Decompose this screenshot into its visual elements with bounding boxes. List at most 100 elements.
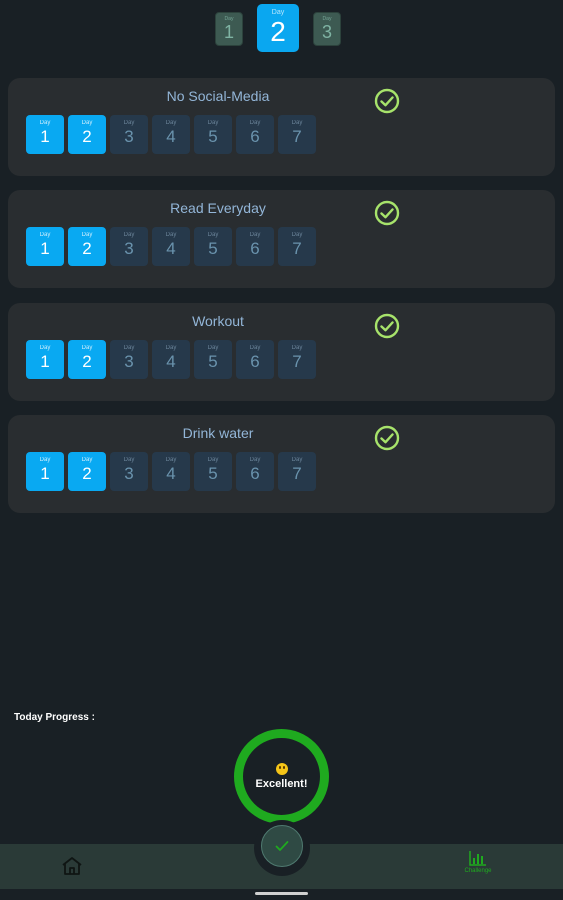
day-cell-1[interactable]: Day 1 <box>26 227 64 266</box>
day-cell-7[interactable]: Day 7 <box>278 227 316 266</box>
challenge-title: No Social-Media <box>166 88 270 104</box>
day-cell-7[interactable]: Day 7 <box>278 115 316 154</box>
day-cell-label: Day <box>165 457 177 463</box>
home-icon[interactable] <box>60 855 84 877</box>
day-cell-6[interactable]: Day 6 <box>236 115 274 154</box>
day-cell-number: 3 <box>124 127 134 146</box>
day-cell-label: Day <box>291 345 303 351</box>
day-cell-2[interactable]: Day 2 <box>68 227 106 266</box>
day-cell-1[interactable]: Day 1 <box>26 452 64 491</box>
day-cell-7[interactable]: Day 7 <box>278 452 316 491</box>
system-home-indicator[interactable] <box>255 892 308 895</box>
check-circle-icon[interactable] <box>374 313 400 339</box>
day-cell-label: Day <box>249 232 261 238</box>
day-cell-3[interactable]: Day 3 <box>110 452 148 491</box>
day-cell-5[interactable]: Day 5 <box>194 227 232 266</box>
day-cell-6[interactable]: Day 6 <box>236 452 274 491</box>
day-selector: Day 1 Day 2 Day 3 <box>0 4 563 54</box>
day-selector-day-1[interactable]: Day 1 <box>215 12 243 46</box>
day-cell-number: 2 <box>82 464 92 483</box>
day-cell-number: 4 <box>166 239 176 258</box>
today-progress-label: Today Progress : <box>14 712 95 723</box>
day-cell-number: 5 <box>208 464 218 483</box>
challenge-title: Read Everyday <box>170 200 266 216</box>
day-selector-day-2[interactable]: Day 2 <box>257 4 299 52</box>
check-circle-icon[interactable] <box>374 200 400 226</box>
check-circle-icon[interactable] <box>374 425 400 451</box>
bar-chart-icon <box>469 851 486 866</box>
challenge-title: Workout <box>192 313 244 329</box>
day-cell-6[interactable]: Day 6 <box>236 340 274 379</box>
day-cell-label: Day <box>207 457 219 463</box>
day-cell-number: 6 <box>250 352 260 371</box>
day-cell-label: Day <box>249 120 261 126</box>
day-cell-label: Day <box>81 120 93 126</box>
day-cell-5[interactable]: Day 5 <box>194 115 232 154</box>
day-cell-number: 6 <box>250 239 260 258</box>
day-cell-number: 6 <box>250 127 260 146</box>
day-cell-3[interactable]: Day 3 <box>110 115 148 154</box>
day-cell-label: Day <box>165 232 177 238</box>
day-label: Day <box>271 9 285 16</box>
challenge-card[interactable]: Read Everyday Day 1 Day 2 Day 3 Day 4 Day 5 Day 6 Da… <box>8 190 555 288</box>
check-icon <box>275 841 289 851</box>
challenge-card[interactable]: Workout Day 1 Day 2 Day 3 Day 4 Day 5 Day 6 Day 7 <box>8 303 555 401</box>
day-cell-number: 1 <box>40 239 50 258</box>
day-cell-label: Day <box>249 345 261 351</box>
day-cell-label: Day <box>39 345 51 351</box>
day-cell-2[interactable]: Day 2 <box>68 115 106 154</box>
challenge-card[interactable]: Drink water Day 1 Day 2 Day 3 Day 4 Day 5 Day 6 Day 7 <box>8 415 555 513</box>
day-cell-label: Day <box>291 457 303 463</box>
day-cell-label: Day <box>207 232 219 238</box>
challenge-card[interactable]: No Social-Media Day 1 Day 2 Day 3 Day 4 Day 5 Day 6… <box>8 78 555 176</box>
day-cell-label: Day <box>81 232 93 238</box>
day-number: 3 <box>321 22 332 42</box>
day-cell-label: Day <box>123 457 135 463</box>
day-cell-3[interactable]: Day 3 <box>110 340 148 379</box>
day-selector-day-3[interactable]: Day 3 <box>313 12 341 46</box>
day-cell-label: Day <box>291 232 303 238</box>
day-cell-number: 5 <box>208 239 218 258</box>
day-cell-2[interactable]: Day 2 <box>68 340 106 379</box>
day-cell-label: Day <box>81 457 93 463</box>
day-cell-number: 2 <box>82 127 92 146</box>
day-cell-label: Day <box>123 232 135 238</box>
day-cell-6[interactable]: Day 6 <box>236 227 274 266</box>
day-cell-label: Day <box>39 232 51 238</box>
day-cell-2[interactable]: Day 2 <box>68 452 106 491</box>
day-cell-label: Day <box>207 345 219 351</box>
progress-ring: Excellent! <box>234 729 329 824</box>
day-cell-number: 1 <box>40 352 50 371</box>
nav-challenge-tab[interactable]: Challenge <box>448 850 508 886</box>
day-cell-number: 3 <box>124 352 134 371</box>
day-label: Day <box>322 16 332 22</box>
day-cell-label: Day <box>165 120 177 126</box>
day-cell-1[interactable]: Day 1 <box>26 340 64 379</box>
day-cell-number: 7 <box>292 464 302 483</box>
day-cell-number: 3 <box>124 239 134 258</box>
day-cell-number: 7 <box>292 352 302 371</box>
day-label: Day <box>224 16 234 22</box>
day-cell-number: 5 <box>208 352 218 371</box>
day-cell-4[interactable]: Day 4 <box>152 115 190 154</box>
complete-today-button[interactable] <box>261 825 303 867</box>
day-cell-number: 2 <box>82 239 92 258</box>
day-cell-4[interactable]: Day 4 <box>152 452 190 491</box>
day-cell-number: 4 <box>166 464 176 483</box>
day-cell-label: Day <box>165 345 177 351</box>
day-cell-number: 6 <box>250 464 260 483</box>
day-cell-label: Day <box>123 345 135 351</box>
check-circle-icon[interactable] <box>374 88 400 114</box>
day-cell-1[interactable]: Day 1 <box>26 115 64 154</box>
day-cell-7[interactable]: Day 7 <box>278 340 316 379</box>
day-cell-3[interactable]: Day 3 <box>110 227 148 266</box>
day-cell-number: 1 <box>40 464 50 483</box>
day-cell-5[interactable]: Day 5 <box>194 452 232 491</box>
day-cell-label: Day <box>39 120 51 126</box>
day-cell-label: Day <box>249 457 261 463</box>
day-cell-4[interactable]: Day 4 <box>152 227 190 266</box>
day-cell-5[interactable]: Day 5 <box>194 340 232 379</box>
day-cell-label: Day <box>207 120 219 126</box>
day-cell-4[interactable]: Day 4 <box>152 340 190 379</box>
day-cell-number: 1 <box>40 127 50 146</box>
